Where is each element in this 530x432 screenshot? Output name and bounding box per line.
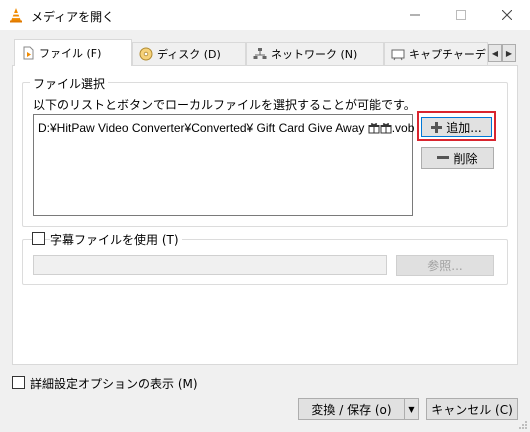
gift-emoji-icon <box>368 123 380 134</box>
window-title: メディアを開く <box>31 10 115 24</box>
remove-file-label: 削除 <box>453 151 478 166</box>
tab-capture-label: キャプチャーデ <box>409 48 486 61</box>
add-file-label: 追加... <box>446 120 482 135</box>
chevron-left-icon: ◀ <box>491 48 499 58</box>
chevron-down-icon: ▼ <box>408 404 415 414</box>
cancel-label: キャンセル (C) <box>431 402 513 417</box>
tab-scroll-left[interactable]: ◀ <box>488 44 502 62</box>
gift-emoji-icon <box>380 123 392 134</box>
list-item[interactable]: D:¥HitPaw Video Converter¥Converted¥ Gif… <box>38 121 414 135</box>
maximize-button[interactable] <box>438 0 484 30</box>
subtitle-path-input[interactable] <box>33 255 387 275</box>
close-icon <box>501 9 513 21</box>
file-play-icon <box>23 46 34 60</box>
file-selection-hint: 以下のリストとボタンでローカルファイルを選択することが可能です。 <box>33 98 416 112</box>
file-extension-text: .vob <box>391 121 415 135</box>
remove-file-button[interactable]: 削除 <box>421 147 494 169</box>
vlc-cone-icon <box>10 8 22 23</box>
maximize-icon <box>456 10 466 20</box>
tab-disc-label: ディスク (D) <box>157 48 221 61</box>
tab-network[interactable]: ネットワーク (N) <box>246 42 384 65</box>
subtitle-checkbox-label: 字幕ファイルを使用 (T) <box>50 231 182 248</box>
minimize-icon <box>410 14 420 16</box>
browse-button[interactable]: 参照... <box>396 255 494 276</box>
resize-grip-icon[interactable] <box>518 420 528 430</box>
minimize-button[interactable] <box>392 0 438 30</box>
convert-save-dropdown[interactable]: ▼ <box>404 399 418 419</box>
browse-label: 参照... <box>427 259 463 273</box>
tab-file-label: ファイル (F) <box>39 47 102 60</box>
add-file-button[interactable]: 追加... <box>421 117 492 137</box>
close-button[interactable] <box>484 0 530 30</box>
file-path-text: D:¥HitPaw Video Converter¥Converted¥ Gif… <box>38 121 368 135</box>
capture-icon <box>391 49 405 61</box>
tab-capture[interactable]: キャプチャーデ <box>384 42 488 65</box>
tab-scroll-right[interactable]: ▶ <box>502 44 516 62</box>
disc-icon <box>139 47 153 61</box>
convert-save-main[interactable]: 変換 / 保存 (o) <box>299 399 404 419</box>
cancel-button[interactable]: キャンセル (C) <box>426 398 518 420</box>
title-bar: メディアを開く <box>0 0 530 30</box>
tab-disc[interactable]: ディスク (D) <box>132 42 246 65</box>
convert-save-label: 変換 / 保存 (o) <box>311 402 392 417</box>
chevron-right-icon: ▶ <box>505 48 513 58</box>
subtitle-checkbox[interactable] <box>32 232 45 245</box>
file-list[interactable]: D:¥HitPaw Video Converter¥Converted¥ Gif… <box>33 114 414 216</box>
advanced-options-label: 詳細設定オプションの表示 (M) <box>30 377 198 391</box>
minus-icon <box>437 156 450 159</box>
convert-save-button[interactable]: 変換 / 保存 (o) ▼ <box>298 398 419 420</box>
network-icon <box>253 48 267 59</box>
plus-icon <box>431 121 443 133</box>
tab-network-label: ネットワーク (N) <box>271 48 358 61</box>
file-selection-title: ファイル選択 <box>30 75 109 92</box>
advanced-options-checkbox[interactable] <box>12 376 25 389</box>
tab-file[interactable]: ファイル (F) <box>14 39 132 66</box>
